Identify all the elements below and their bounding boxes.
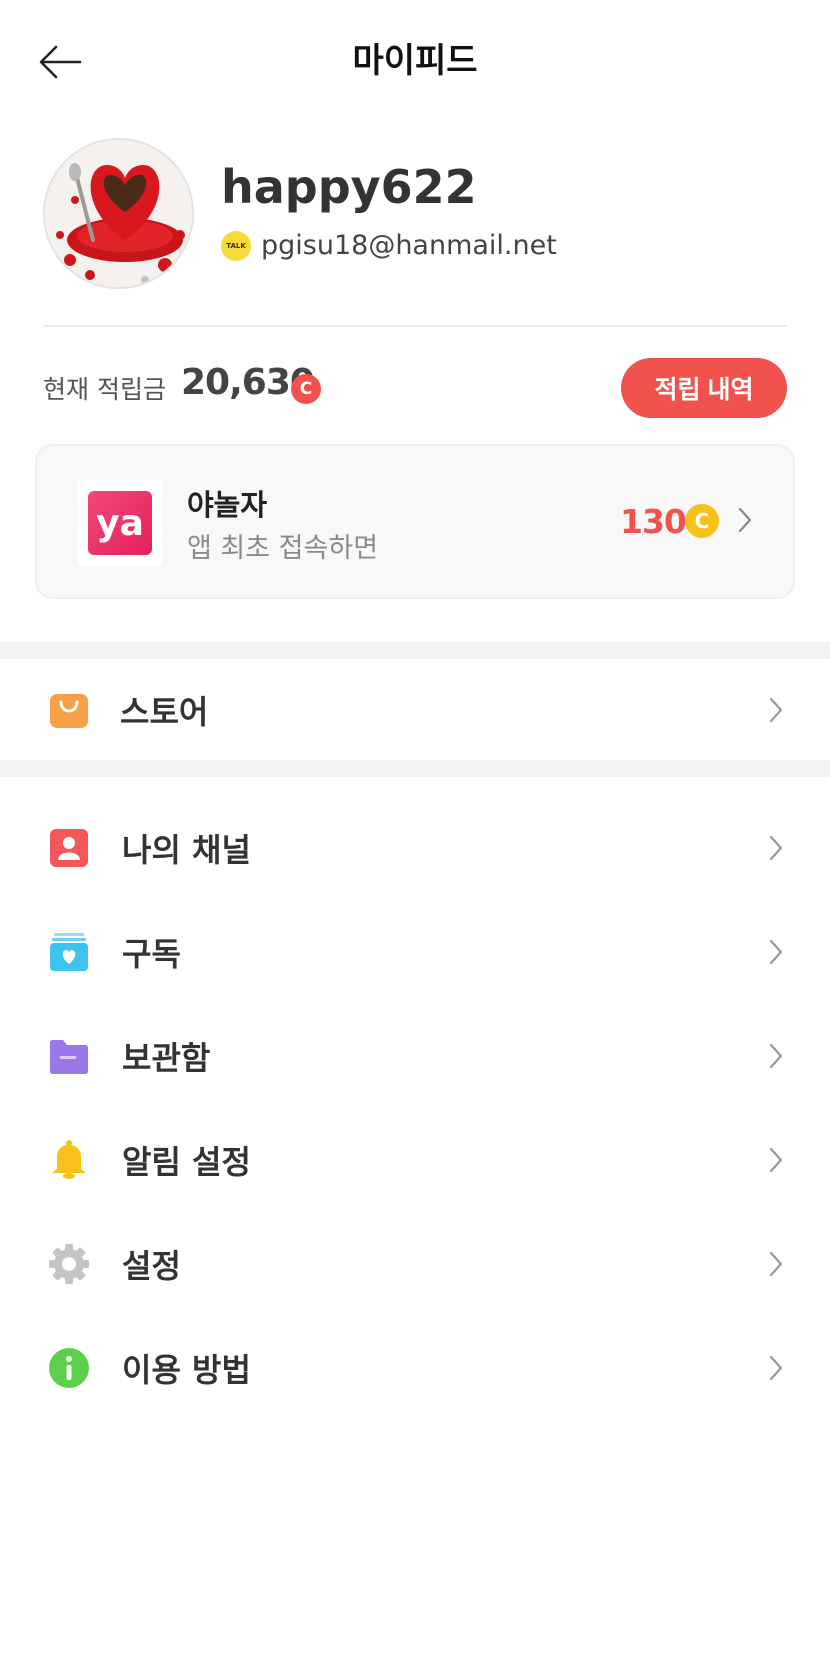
my-channel-icon bbox=[48, 827, 90, 869]
section-gap bbox=[0, 760, 830, 777]
promo-title: 야놀자 bbox=[187, 488, 268, 522]
gear-icon bbox=[48, 1243, 90, 1285]
menu-item-store[interactable]: 스토어 bbox=[0, 660, 830, 760]
menu-item-how-to-use[interactable]: 이용 방법 bbox=[0, 1318, 830, 1418]
kakaotalk-icon: TALK bbox=[221, 230, 251, 261]
top-bar: 마이피드 bbox=[0, 0, 830, 118]
profile-divider bbox=[43, 325, 787, 327]
shopping-bag-icon bbox=[48, 689, 90, 731]
menu-item-label: 알림 설정 bbox=[122, 1143, 251, 1181]
yanolja-logo-icon: ya bbox=[88, 491, 152, 555]
avatar-image bbox=[45, 140, 192, 287]
subscription-icon bbox=[48, 931, 90, 973]
menu-item-notification-settings[interactable]: 알림 설정 bbox=[0, 1110, 830, 1210]
menu-item-label: 나의 채널 bbox=[122, 831, 251, 869]
chevron-right-icon bbox=[769, 1251, 783, 1277]
chevron-right-icon bbox=[769, 697, 783, 723]
points-label: 현재 적립금 bbox=[43, 375, 166, 404]
chevron-right-icon bbox=[738, 507, 752, 533]
points-row: 현재 적립금 20,630 C 적립 내역 bbox=[0, 356, 830, 420]
chevron-right-icon bbox=[769, 835, 783, 861]
menu-item-subscription[interactable]: 구독 bbox=[0, 902, 830, 1002]
account-row: TALK pgisu18@hanmail.net bbox=[221, 230, 557, 261]
info-icon bbox=[48, 1347, 90, 1389]
username: happy622 bbox=[221, 160, 477, 214]
promo-card[interactable]: ya 야놀자 앱 최초 접속하면 130 C bbox=[35, 444, 795, 599]
menu-item-label: 이용 방법 bbox=[122, 1351, 251, 1389]
chevron-right-icon bbox=[769, 939, 783, 965]
promo-reward: 130 bbox=[620, 502, 687, 541]
chevron-right-icon bbox=[769, 1147, 783, 1173]
avatar[interactable] bbox=[43, 138, 194, 289]
folder-icon bbox=[48, 1035, 90, 1077]
menu-item-storage[interactable]: 보관함 bbox=[0, 1006, 830, 1106]
menu-item-settings[interactable]: 설정 bbox=[0, 1214, 830, 1314]
menu-item-my-channel[interactable]: 나의 채널 bbox=[0, 798, 830, 898]
promo-subtitle: 앱 최초 접속하면 bbox=[187, 533, 379, 564]
coin-icon: C bbox=[685, 504, 719, 538]
coin-icon: C bbox=[291, 374, 321, 404]
section-gap bbox=[0, 642, 830, 659]
points-history-button[interactable]: 적립 내역 bbox=[621, 358, 787, 418]
menu-item-label: 설정 bbox=[122, 1247, 181, 1285]
menu-item-label: 구독 bbox=[122, 935, 181, 973]
menu-item-label: 스토어 bbox=[120, 693, 209, 731]
promo-logo: ya bbox=[77, 480, 163, 566]
chevron-right-icon bbox=[769, 1043, 783, 1069]
bell-icon bbox=[48, 1139, 90, 1181]
account-email: pgisu18@hanmail.net bbox=[261, 230, 557, 261]
menu-item-label: 보관함 bbox=[122, 1039, 211, 1077]
chevron-right-icon bbox=[769, 1355, 783, 1381]
page-title: 마이피드 bbox=[352, 41, 478, 81]
